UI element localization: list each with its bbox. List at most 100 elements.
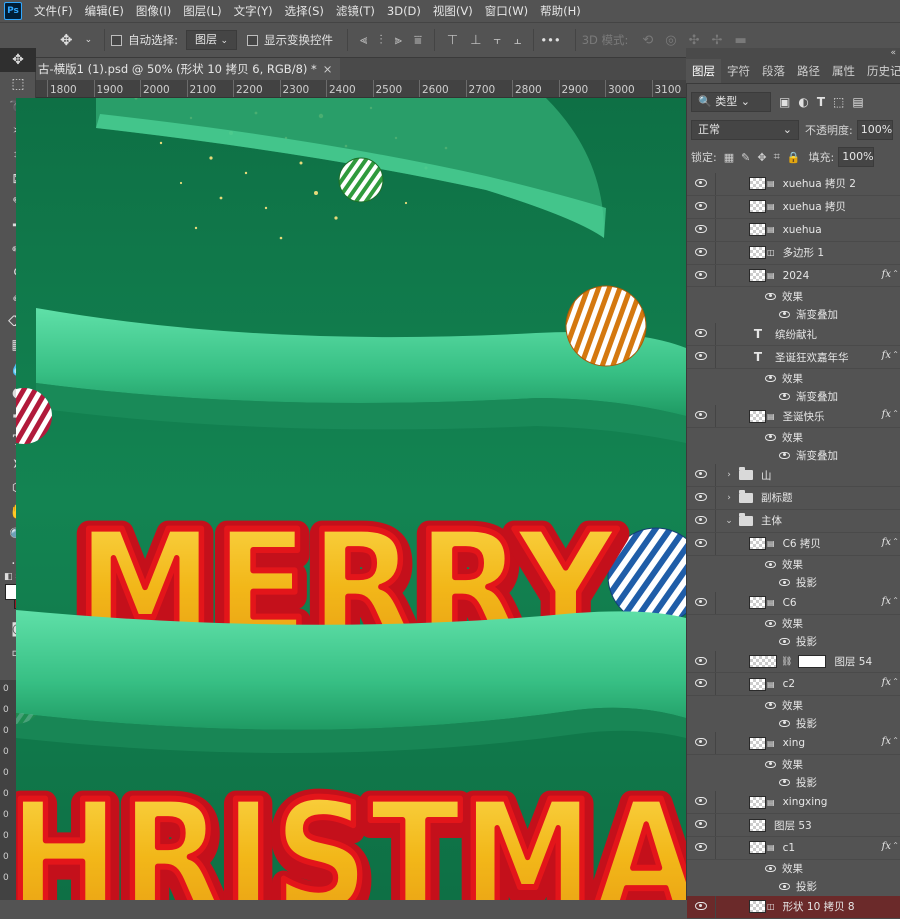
drag-3d-icon[interactable]: ✣ — [683, 33, 706, 48]
eye-icon[interactable] — [695, 515, 707, 524]
eye-icon[interactable] — [695, 224, 707, 233]
effects-icon[interactable]: fx — [882, 841, 891, 852]
shape-filter-icon[interactable]: ⬚ — [833, 95, 844, 109]
eye-icon[interactable] — [695, 538, 707, 547]
layer-row[interactable]: 图层 53 — [687, 814, 900, 838]
panel-tab[interactable]: 属性 — [826, 59, 861, 83]
effects-icon[interactable]: fx — [882, 537, 891, 548]
collapse-effects-icon[interactable]: ⌃ — [892, 269, 899, 278]
lock-all-icon[interactable]: 🔒 — [787, 151, 801, 164]
eye-icon[interactable] — [765, 701, 776, 709]
effects-icon[interactable]: fx — [882, 350, 891, 361]
eye-icon[interactable] — [765, 561, 776, 569]
layer-effect-row[interactable]: 渐变叠加 — [687, 446, 900, 464]
layer-row[interactable]: ▤ xuehua 拷贝 — [687, 195, 900, 219]
panel-tab[interactable]: 图层 — [686, 59, 721, 83]
panel-tab[interactable]: 段落 — [756, 59, 791, 83]
layer-row[interactable]: T 圣诞狂欢嘉年华 fx ⌃ — [687, 346, 900, 370]
layer-row[interactable]: ▤ xuehua — [687, 218, 900, 242]
menu-item[interactable]: 帮助(H) — [534, 0, 587, 22]
layer-row[interactable]: ⛓ 图层 54 — [687, 650, 900, 674]
show-transform-checkbox[interactable] — [247, 34, 259, 46]
align-bottom-icon[interactable]: ⫟ — [488, 33, 508, 48]
align-left-icon[interactable]: ⫷ — [354, 33, 373, 48]
close-icon[interactable]: × — [323, 62, 333, 76]
collapse-effects-icon[interactable]: ⌃ — [892, 736, 899, 745]
eye-icon[interactable] — [695, 656, 707, 665]
effects-icon[interactable]: fx — [882, 409, 891, 420]
layer-effect-row[interactable]: 效果 — [687, 369, 900, 387]
roll-3d-icon[interactable]: ◎ — [659, 33, 682, 48]
lock-position-icon[interactable]: ✥ — [757, 151, 766, 164]
layer-row[interactable]: ◫ 多边形 1 — [687, 241, 900, 265]
menu-item[interactable]: 3D(D) — [381, 0, 427, 22]
layer-effect-row[interactable]: 投影 — [687, 574, 900, 592]
layer-effect-row[interactable]: 效果 — [687, 696, 900, 714]
layer-row[interactable]: ⌄ 主体 — [687, 509, 900, 533]
eye-icon[interactable] — [695, 470, 707, 479]
menu-item[interactable]: 图层(L) — [177, 0, 227, 22]
mask-thumbnail[interactable] — [798, 655, 827, 669]
panel-tab[interactable]: 字符 — [721, 59, 756, 83]
eye-icon[interactable] — [765, 760, 776, 768]
eye-icon[interactable] — [695, 738, 707, 747]
marquee-tool-icon[interactable]: ⬚ — [0, 72, 36, 96]
chevron-right-icon[interactable]: › — [723, 470, 735, 480]
eye-icon[interactable] — [765, 374, 776, 382]
collapse-effects-icon[interactable]: ⌃ — [892, 537, 899, 546]
collapse-effects-icon[interactable]: ⌃ — [892, 841, 899, 850]
eye-icon[interactable] — [695, 247, 707, 256]
move-tool-icon[interactable]: ✥ — [54, 31, 79, 49]
eye-icon[interactable] — [695, 352, 707, 361]
eye-icon[interactable] — [765, 292, 776, 300]
collapse-effects-icon[interactable]: ⌃ — [892, 409, 899, 418]
eye-icon[interactable] — [695, 329, 707, 338]
eye-icon[interactable] — [779, 310, 790, 318]
document-canvas[interactable]: MERRY MERRY HRISTMA HRISTMA — [16, 98, 686, 900]
layer-row[interactable]: › 副标题 — [687, 487, 900, 510]
eye-icon[interactable] — [765, 865, 776, 873]
distribute-icon[interactable]: ⩸ — [408, 33, 428, 48]
pixel-filter-icon[interactable]: ▣ — [779, 95, 790, 109]
menu-item[interactable]: 滤镜(T) — [330, 0, 381, 22]
layer-effect-row[interactable]: 效果 — [687, 428, 900, 446]
layer-row[interactable]: ▤ xingxing — [687, 791, 900, 815]
distribute-vertical-icon[interactable]: ⫠ — [507, 33, 527, 48]
menu-item[interactable]: 选择(S) — [279, 0, 330, 22]
align-center-icon[interactable]: ⫶ — [373, 33, 388, 48]
eye-icon[interactable] — [695, 179, 707, 187]
menu-item[interactable]: 文件(F) — [28, 0, 79, 22]
layer-effect-row[interactable]: 投影 — [687, 773, 900, 791]
lock-image-icon[interactable]: ✎ — [741, 151, 750, 164]
eye-icon[interactable] — [779, 579, 790, 587]
filter-kind-dropdown[interactable]: 🔍 类型 ⌄ — [691, 92, 771, 112]
lock-transparency-icon[interactable]: ▦ — [724, 151, 734, 164]
lock-artboard-icon[interactable]: ⌗ — [774, 150, 780, 164]
layer-effect-row[interactable]: 效果 — [687, 860, 900, 878]
collapse-effects-icon[interactable]: ⌃ — [892, 677, 899, 686]
eye-icon[interactable] — [695, 411, 707, 420]
menu-item[interactable]: 窗口(W) — [479, 0, 534, 22]
eye-icon[interactable] — [695, 679, 707, 688]
eye-icon[interactable] — [695, 901, 707, 910]
eye-icon[interactable] — [695, 201, 707, 210]
document-tab[interactable]: 古-横版1 (1).psd @ 50% (形状 10 拷贝 6, RGB/8) … — [36, 58, 341, 80]
eye-icon[interactable] — [779, 778, 790, 786]
link-icon[interactable]: ⛓ — [781, 657, 792, 667]
camera-3d-icon[interactable]: ▬ — [728, 33, 752, 48]
layer-row[interactable]: ◫ 形状 10 拷贝 8 — [687, 895, 900, 919]
auto-select-checkbox[interactable] — [111, 34, 123, 46]
layer-effect-row[interactable]: 效果 — [687, 556, 900, 574]
layer-row[interactable]: ▤ C6 fx ⌃ — [687, 591, 900, 615]
menu-item[interactable]: 文字(Y) — [228, 0, 279, 22]
blend-mode-dropdown[interactable]: 正常 ⌄ — [691, 120, 799, 140]
eye-icon[interactable] — [779, 392, 790, 400]
chevron-down-icon[interactable]: ⌄ — [723, 516, 735, 526]
layer-effect-row[interactable]: 效果 — [687, 755, 900, 773]
more-options-button[interactable]: ••• — [540, 33, 560, 47]
move-tool-icon[interactable]: ✥ — [0, 48, 36, 72]
eye-icon[interactable] — [695, 820, 707, 829]
layer-row[interactable]: › 山 — [687, 464, 900, 488]
eye-icon[interactable] — [695, 597, 707, 606]
opacity-input[interactable]: 100% — [856, 120, 893, 140]
